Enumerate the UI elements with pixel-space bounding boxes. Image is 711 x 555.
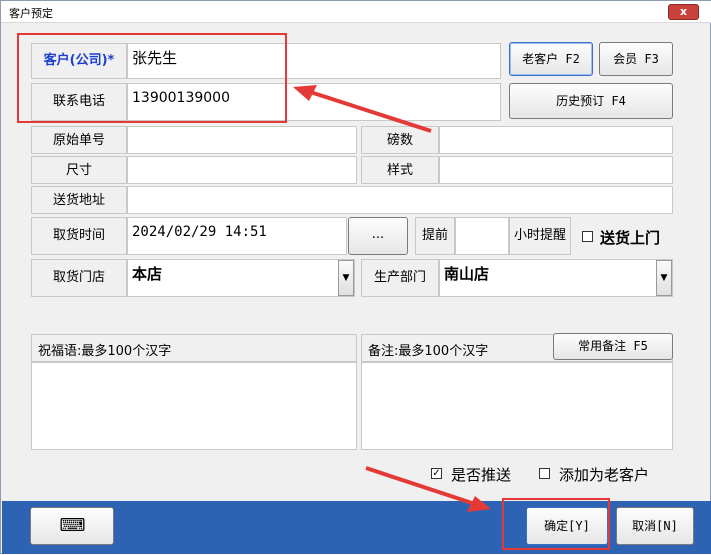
customer-booking-window: 客户预定 x 客户(公司)* 张先生 联系电话 13900139000 老客户 … — [0, 0, 711, 554]
annotation-arrows — [293, 85, 491, 512]
